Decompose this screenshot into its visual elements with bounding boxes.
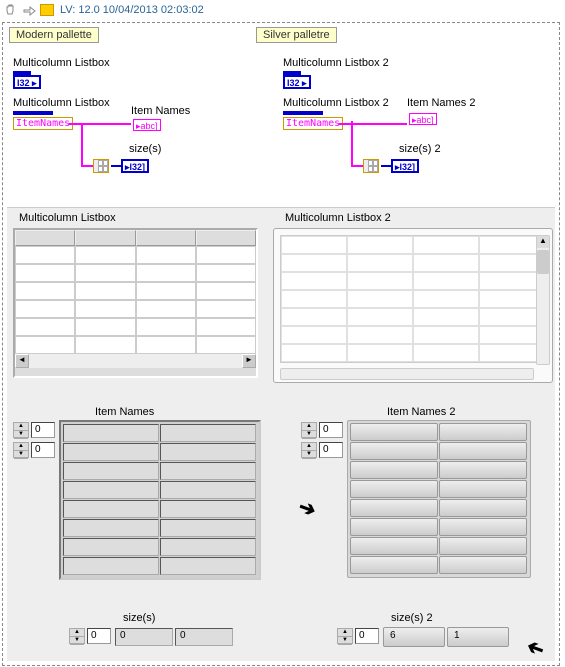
hand-icon[interactable] [4, 3, 18, 17]
item-names-2-array[interactable] [347, 420, 531, 578]
modern-palette-label: Modern pallette [9, 27, 99, 43]
abc-terminal: ▸abc] [133, 119, 161, 131]
silver-palette-label: Silver palletre [256, 27, 337, 43]
array-size-icon [363, 159, 379, 173]
arrow-icon: ➔ [295, 494, 319, 523]
index-box[interactable]: 0 [31, 422, 55, 438]
sizes2-title: size(s) 2 [391, 612, 433, 624]
toolbar: LV: 12.0 10/04/2013 02:03:02 [0, 0, 565, 20]
pink-wire [81, 123, 83, 165]
mcl1-terminal-label: Multicolumn Listbox [13, 57, 110, 69]
scrollbar-h[interactable] [280, 368, 534, 380]
sizes-cell[interactable]: 0 [115, 628, 173, 646]
table-body[interactable] [15, 246, 256, 354]
item-names-label: Item Names [131, 105, 190, 117]
table-header [15, 230, 256, 246]
itemnames-property: ItemNames [13, 117, 73, 130]
pink-wire [69, 123, 131, 125]
pink-wire [81, 165, 93, 167]
item-names-2-label: Item Names 2 [407, 97, 475, 109]
index-box[interactable]: 0 [355, 628, 379, 644]
blue-wire [111, 165, 121, 167]
mcl1-title: Multicolumn Listbox [19, 212, 116, 224]
blue-bar-icon [13, 111, 53, 115]
mcl-silver[interactable]: ▲ [273, 228, 553, 383]
mcl2-prop-label: Multicolumn Listbox 2 [283, 97, 389, 109]
index-spinner[interactable]: ▲▼ [337, 628, 353, 644]
i32-array-terminal: ▸I32] [121, 159, 149, 173]
itemnames-property-2: ItemNames [283, 117, 343, 130]
pink-wire [351, 165, 363, 167]
i32-array-terminal: ▸I32] [391, 159, 419, 173]
mcl2-title: Multicolumn Listbox 2 [285, 212, 391, 224]
sizes2-cell[interactable]: 1 [447, 627, 509, 647]
item-names-2-title: Item Names 2 [387, 406, 455, 418]
index-spinner[interactable]: ▲▼ [301, 422, 317, 438]
index-box[interactable]: 0 [31, 442, 55, 458]
sizes2-label: size(s) 2 [399, 143, 441, 155]
index-spinner[interactable]: ▲▼ [301, 442, 317, 458]
i32-terminal: I32 ▸ [283, 75, 311, 89]
diagram-panel: Modern pallette Silver palletre Multicol… [2, 22, 560, 666]
scrollbar-h[interactable]: ◄► [15, 354, 256, 368]
index-box[interactable]: 0 [319, 442, 343, 458]
array-size-icon [93, 159, 109, 173]
mcl2-terminal-label: Multicolumn Listbox 2 [283, 57, 389, 69]
index-box[interactable]: 0 [319, 422, 343, 438]
index-spinner[interactable]: ▲▼ [13, 442, 29, 458]
sizes-title: size(s) [123, 612, 155, 624]
front-panel-area: Multicolumn Listbox ◄► Multicolumn Listb… [7, 207, 555, 661]
mcl-classic[interactable]: ◄► [13, 228, 258, 378]
sizes-label: size(s) [129, 143, 161, 155]
abc-terminal: ▸abc] [409, 113, 437, 125]
scrollbar-v[interactable]: ▲ [536, 235, 550, 365]
index-spinner[interactable]: ▲▼ [13, 422, 29, 438]
table-body[interactable] [280, 235, 546, 363]
highlight-icon[interactable] [40, 4, 54, 16]
index-box[interactable]: 0 [87, 628, 111, 644]
item-names-title: Item Names [95, 406, 154, 418]
blue-wire [381, 165, 391, 167]
pink-wire [351, 121, 353, 167]
i32-terminal: I32 ▸ [13, 75, 41, 89]
sizes-cell[interactable]: 0 [175, 628, 233, 646]
sizes2-cell[interactable]: 6 [383, 627, 445, 647]
item-names-array[interactable] [59, 420, 261, 580]
arrow-icon: ➔ [523, 634, 547, 663]
index-spinner[interactable]: ▲▼ [69, 628, 85, 644]
run-arrow-icon[interactable] [22, 3, 36, 17]
blue-bar-icon [283, 111, 323, 115]
mcl1-prop-label: Multicolumn Listbox [13, 97, 110, 109]
pink-wire [339, 123, 407, 125]
version-text: LV: 12.0 10/04/2013 02:03:02 [60, 4, 204, 16]
